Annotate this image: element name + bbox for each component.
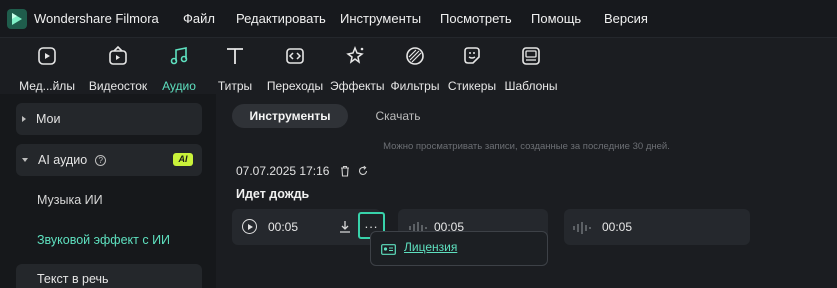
main-panel: Инструменты Скачать Можно просматривать … xyxy=(216,94,837,288)
context-menu: Лицензия xyxy=(370,231,548,266)
download-icon[interactable] xyxy=(338,220,352,234)
sidebar-item-label: Текст в речь xyxy=(37,272,109,286)
record-header: 07.07.2025 17:16 xyxy=(236,164,369,178)
transition-icon xyxy=(286,48,304,64)
tool-audio[interactable]: Аудио xyxy=(160,45,198,93)
sidebar: Мои AI аудио ? AI Музыка ИИ Звуковой эфф… xyxy=(0,94,216,288)
media-icon xyxy=(38,47,56,65)
tool-transitions[interactable]: Переходы xyxy=(266,45,324,93)
chevron-down-icon xyxy=(22,158,28,162)
chevron-right-icon xyxy=(22,116,26,122)
tool-templates[interactable]: Шаблоны xyxy=(502,45,560,93)
license-link[interactable]: Лицензия xyxy=(404,240,457,254)
sticker-icon xyxy=(464,47,480,64)
app-name: Wondershare Filmora xyxy=(34,11,159,26)
filter-icon xyxy=(406,47,424,65)
trash-icon[interactable] xyxy=(339,165,351,177)
sidebar-item-ai-music[interactable]: Музыка ИИ xyxy=(37,193,103,207)
ai-badge: AI xyxy=(173,153,193,166)
menu-tools[interactable]: Инструменты xyxy=(340,11,421,26)
sidebar-item-mine[interactable]: Мои xyxy=(16,103,202,135)
license-icon xyxy=(381,244,396,255)
stock-video-icon xyxy=(109,45,127,65)
text-icon xyxy=(227,48,243,64)
music-note-icon xyxy=(170,47,188,65)
menu-help[interactable]: Помощь xyxy=(531,11,581,26)
refresh-icon[interactable] xyxy=(357,165,369,177)
sidebar-item-label: Мои xyxy=(36,112,61,126)
menu-version[interactable]: Версия xyxy=(604,11,648,26)
sidebar-item-ai-audio[interactable]: AI аудио ? AI xyxy=(16,144,202,176)
audio-card[interactable]: 00:05 xyxy=(564,209,750,245)
audio-duration: 00:05 xyxy=(602,220,633,234)
title-bar: Wondershare Filmora Файл Редактировать И… xyxy=(0,0,837,37)
tab-download[interactable]: Скачать xyxy=(360,104,436,128)
menu-view[interactable]: Посмотреть xyxy=(440,11,512,26)
sidebar-item-tts[interactable]: Текст в речь xyxy=(16,264,202,288)
record-date: 07.07.2025 17:16 xyxy=(236,164,330,178)
tool-media[interactable]: Мед...йлы xyxy=(18,45,76,93)
tool-filters[interactable]: Фильтры xyxy=(389,45,441,93)
audio-duration: 00:05 xyxy=(268,220,299,234)
menu-edit[interactable]: Редактировать xyxy=(236,11,326,26)
waveform-icon xyxy=(573,222,591,234)
sidebar-item-label: AI аудио xyxy=(38,153,88,167)
tab-tools[interactable]: Инструменты xyxy=(232,104,348,128)
menu-file[interactable]: Файл xyxy=(183,11,215,26)
template-icon xyxy=(522,47,540,65)
tool-stickers[interactable]: Стикеры xyxy=(447,45,497,93)
tool-stock-video[interactable]: Видеосток xyxy=(88,45,148,93)
history-notice: Можно просматривать записи, созданные за… xyxy=(383,141,670,152)
resource-toolbar: Мед...йлы Видеосток Аудио Титры Переходы… xyxy=(0,37,837,94)
sidebar-item-ai-sound-effect[interactable]: Звуковой эффект с ИИ xyxy=(37,233,170,247)
record-title: Идет дождь xyxy=(236,187,310,201)
tool-titles[interactable]: Титры xyxy=(215,45,255,93)
filmora-logo-icon xyxy=(7,9,27,29)
play-icon[interactable] xyxy=(242,219,257,234)
tool-effects[interactable]: Эффекты xyxy=(330,45,385,93)
effects-icon xyxy=(346,45,364,64)
help-icon[interactable]: ? xyxy=(95,154,107,166)
